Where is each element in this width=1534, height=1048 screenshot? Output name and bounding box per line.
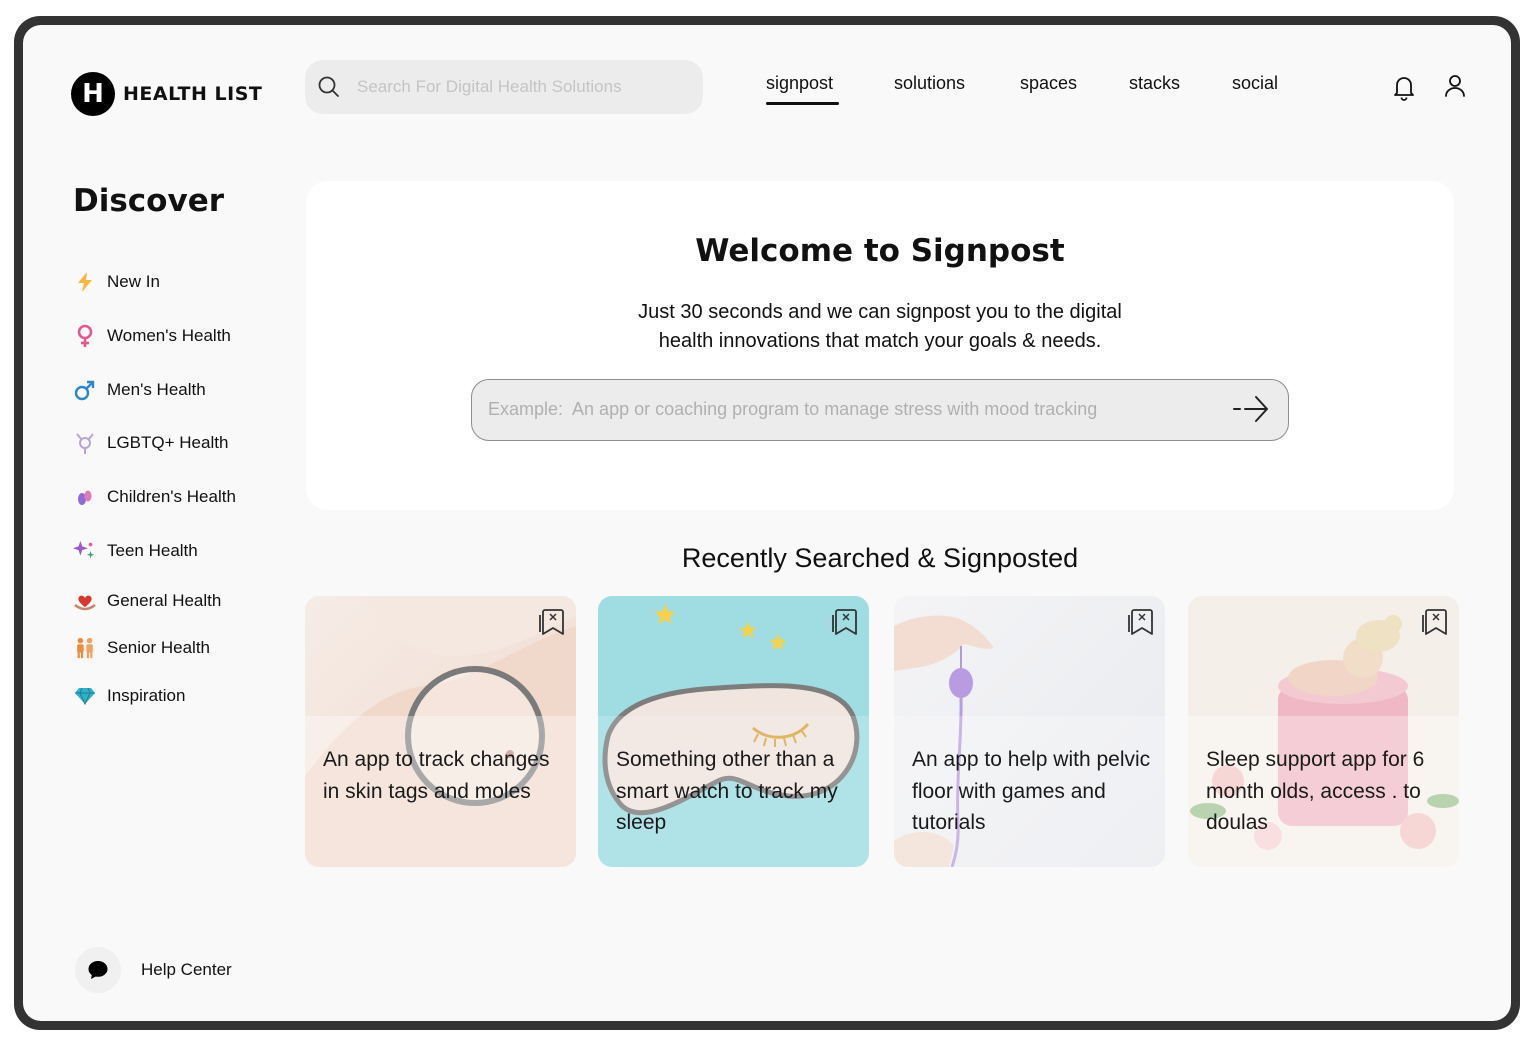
welcome-card: Welcome to Signpost Just 30 seconds and … [306, 181, 1454, 510]
sparkles-icon [73, 539, 97, 563]
heart-hands-icon [73, 589, 97, 613]
sidebar-item-label: Senior Health [107, 638, 211, 657]
sidebar-item-inspiration[interactable]: Inspiration [73, 681, 185, 711]
sidebar-item-general-health[interactable]: General Health [73, 586, 221, 616]
male-symbol-icon [73, 378, 97, 402]
welcome-subtitle-line2: health innovations that match your goals… [658, 330, 1102, 352]
recent-card-infant-sleep[interactable]: Sleep support app for 6 month olds, acce… [1188, 596, 1459, 867]
tab-signpost[interactable]: signpost [766, 73, 840, 105]
arrow-right-icon[interactable] [1232, 391, 1272, 427]
bookmark-icon[interactable] [829, 604, 863, 638]
recent-title: Recently Searched & Signposted [681, 543, 1079, 573]
transgender-symbol-icon [73, 431, 97, 455]
recent-card-sleep-tracking[interactable]: Something other than a smart watch to tr… [598, 596, 869, 867]
welcome-subtitle-line1: Just 30 seconds and we can signpost you … [638, 301, 1122, 323]
app-screen: H HEALTH LIST signpost solutions spaces … [23, 25, 1511, 1021]
card-text: Sleep support app for 6 month olds, acce… [1206, 748, 1425, 834]
help-circle [75, 947, 121, 993]
sidebar-item-mens-health[interactable]: Men's Health [73, 375, 206, 405]
search-bar[interactable] [305, 60, 703, 114]
recent-card-skin-tags[interactable]: An app to track changes in skin tags and… [305, 596, 576, 867]
female-symbol-icon [73, 324, 97, 348]
lightning-icon [73, 270, 97, 294]
card-text: An app to help with pelvic floor with ga… [912, 748, 1151, 834]
logo-mark: H [71, 72, 115, 116]
bell-icon[interactable] [1389, 72, 1419, 102]
bookmark-icon[interactable] [1125, 604, 1159, 638]
signpost-prompt[interactable] [471, 379, 1289, 441]
help-center-label: Help Center [141, 960, 232, 979]
signpost-prompt-input[interactable] [488, 380, 1208, 439]
welcome-subtitle: Just 30 seconds and we can signpost you … [306, 298, 1454, 356]
sidebar-item-label: Inspiration [107, 686, 186, 705]
bookmark-icon[interactable] [536, 604, 570, 638]
sidebar-item-label: Teen Health [107, 541, 198, 560]
chat-bubble-icon [88, 961, 108, 979]
bookmark-icon[interactable] [1419, 604, 1453, 638]
sidebar-item-womens-health[interactable]: Women's Health [73, 321, 231, 351]
device-frame: H HEALTH LIST signpost solutions spaces … [14, 16, 1520, 1030]
tab-stacks[interactable]: stacks [1129, 73, 1180, 94]
sidebar-item-label: Children's Health [107, 487, 236, 506]
sidebar-item-label: General Health [107, 591, 222, 610]
app-logo[interactable]: H HEALTH LIST [71, 72, 262, 116]
logo-text: HEALTH LIST [123, 83, 263, 105]
sidebar-item-new-in[interactable]: New In [73, 267, 160, 297]
search-input[interactable] [357, 60, 687, 114]
tab-spaces[interactable]: spaces [1020, 73, 1077, 94]
sidebar-item-childrens-health[interactable]: Children's Health [73, 482, 236, 512]
people-icon [73, 636, 97, 660]
help-center-button[interactable]: Help Center [75, 947, 232, 993]
baby-feet-icon [73, 485, 97, 509]
sidebar-item-lgbtq-health[interactable]: LGBTQ+ Health [73, 428, 228, 458]
user-icon[interactable] [1440, 72, 1470, 102]
tab-social[interactable]: social [1232, 73, 1278, 94]
card-text: Something other than a smart watch to tr… [616, 748, 838, 834]
card-text: An app to track changes in skin tags and… [323, 748, 550, 803]
sidebar-item-senior-health[interactable]: Senior Health [73, 633, 210, 663]
gem-icon [73, 684, 97, 708]
welcome-title: Welcome to Signpost [695, 233, 1065, 269]
sidebar-item-label: LGBTQ+ Health [107, 433, 229, 452]
sidebar-item-teen-health[interactable]: Teen Health [73, 536, 198, 566]
sidebar-item-label: Women's Health [107, 326, 231, 345]
sidebar-item-label: Men's Health [107, 380, 206, 399]
sidebar-item-label: New In [107, 272, 160, 291]
recent-card-pelvic-floor[interactable]: An app to help with pelvic floor with ga… [894, 596, 1165, 867]
sidebar-title: Discover [73, 183, 225, 219]
search-icon [318, 76, 339, 97]
tab-solutions[interactable]: solutions [894, 73, 965, 94]
